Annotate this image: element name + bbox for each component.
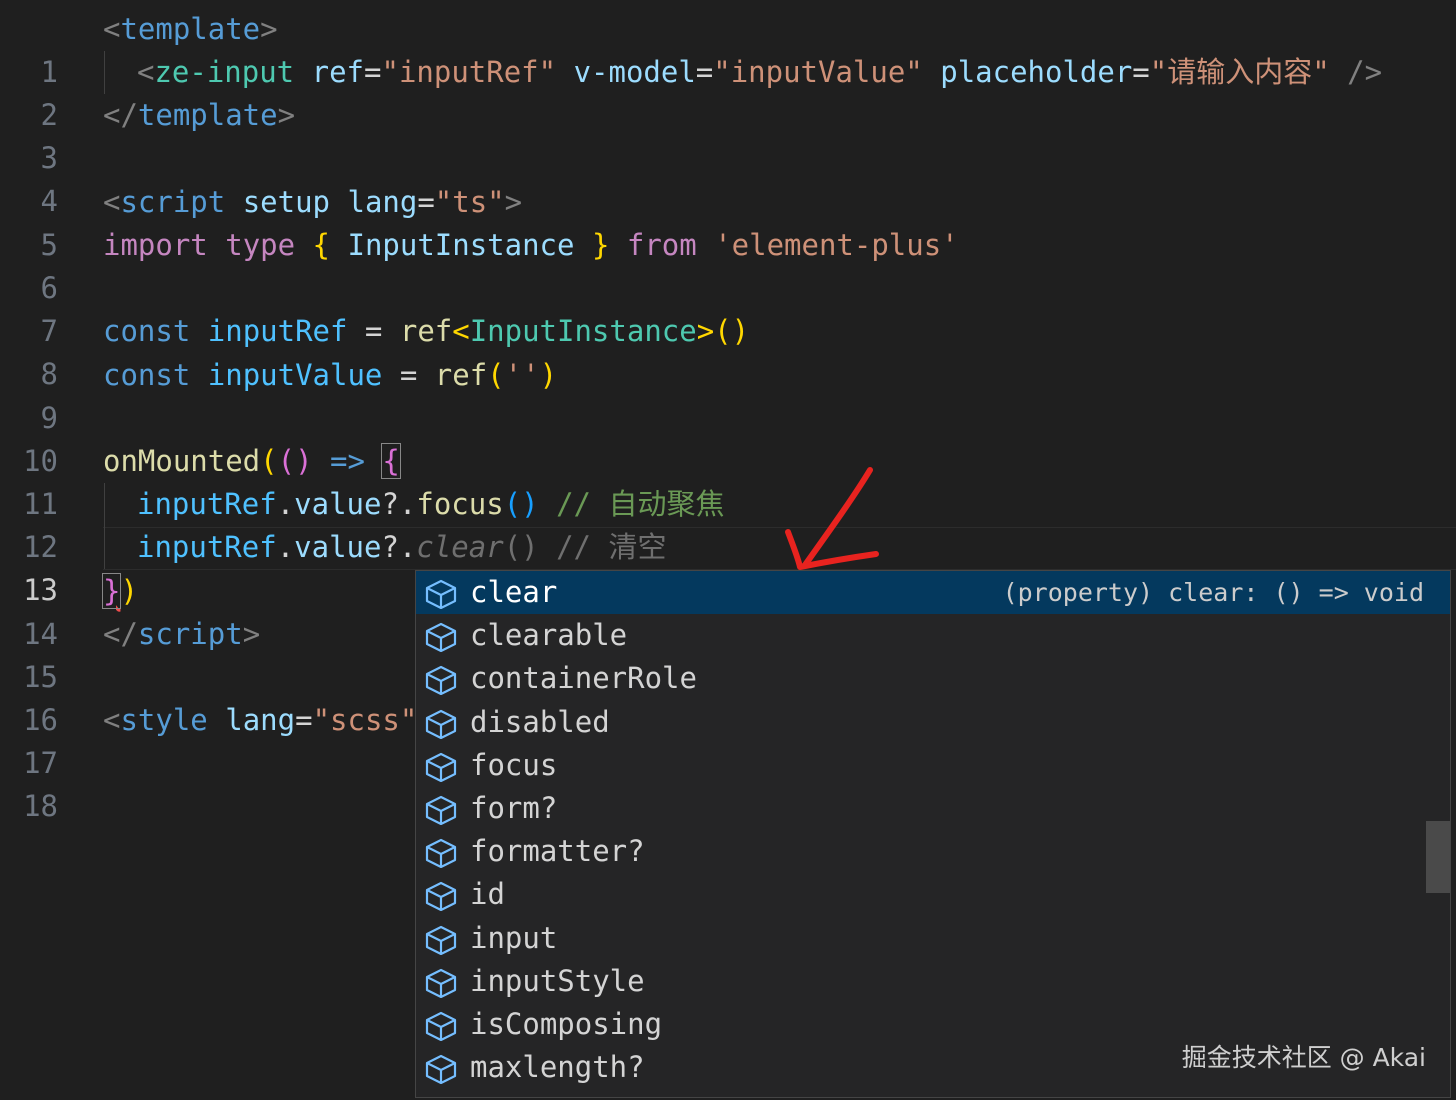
suggestion-label: id [470,877,505,912]
property-cube-icon [424,578,458,610]
bracket-match: } [101,573,122,609]
property-cube-icon [424,664,458,696]
property-cube-icon [424,924,458,955]
suggestion-label: input [470,920,558,955]
code-line: 7 [0,267,1456,348]
code-line-active[interactable]: 13 inputRef.value?.clear() // 清空 [0,526,1456,607]
suggestion-detail: (property) clear: () => void [1002,578,1424,607]
code-line: 12 inputRef.value?.focus() // 自动聚焦 [0,483,1456,564]
suggestion-label: containerRole [470,661,697,696]
code-line: 1 <template> [0,8,1456,89]
property-cube-icon [424,837,458,869]
bracket-match: { [381,443,401,479]
property-cube-icon [424,751,458,782]
code-line: 3 </template> [0,94,1456,175]
code-line: 9 const inputValue = ref('') [0,354,1456,435]
suggestion-item[interactable]: input [416,917,1450,960]
suggestion-item[interactable]: clearable [416,614,1450,657]
property-cube-icon [424,1053,458,1085]
code-line: 10 [0,397,1456,478]
watermark: 掘金技术社区 @ Akai [1181,1043,1426,1072]
autocomplete-suggestion-list[interactable]: clear (property) clear: () => void clearab… [415,570,1451,1098]
property-cube-icon [424,621,458,653]
property-cube-icon [424,880,458,912]
suggestion-item[interactable]: inputStyle [416,960,1450,1003]
suggestion-item[interactable]: disabled [416,701,1450,744]
suggestion-label: form? [470,791,558,825]
suggestion-label: clearable [470,618,628,653]
property-cube-icon [424,1010,458,1042]
suggestion-item[interactable]: focus [416,744,1450,787]
inline-suggestion-ghost-text: clear [416,530,504,564]
suggestion-label: formatter? [470,834,645,869]
property-cube-icon [424,794,458,826]
code-line: 2 <ze-input ref="inputRef" v-model="inpu… [0,51,1456,132]
property-cube-icon [424,967,458,998]
line-number: 18 [23,789,58,823]
suggestion-label: disabled [470,704,610,739]
suggestion-label: focus [470,747,558,782]
code-line: 8 const inputRef = ref<InputInstance>() [0,310,1456,391]
suggestion-scrollbar[interactable] [1426,821,1450,893]
suggestion-item[interactable]: clear (property) clear: () => void [416,571,1450,614]
suggestion-item[interactable]: form? [416,787,1450,830]
suggestion-item[interactable]: id [416,873,1450,916]
suggestion-label: inputStyle [470,963,645,998]
code-line: 5 <script setup lang="ts"> [0,181,1456,262]
code-line: 6 import type { InputInstance } from 'el… [0,224,1456,305]
code-line: 4 [0,137,1456,218]
suggestion-label: clear [470,575,558,609]
suggestion-label: isComposing [470,1007,663,1041]
code-line: 11 onMounted(() => { [0,440,1456,521]
suggestion-item[interactable]: formatter? [416,830,1450,873]
suggestion-label: maxlength? [470,1050,645,1085]
red-arrow-icon [785,467,879,570]
suggestion-item[interactable]: containerRole [416,657,1450,700]
property-cube-icon [424,708,458,739]
